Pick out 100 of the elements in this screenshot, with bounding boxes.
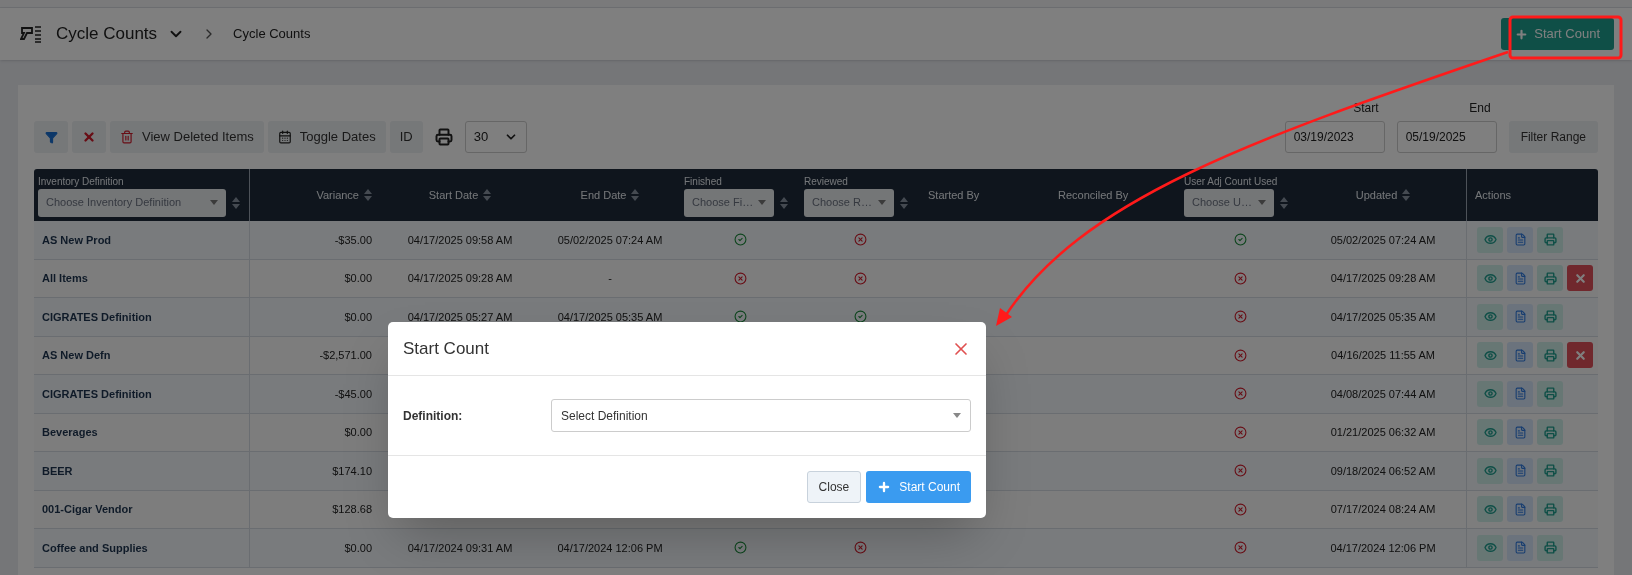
- document-button[interactable]: [1507, 265, 1533, 292]
- table-cell-text: 001-Cigar Vendor: [42, 502, 133, 517]
- sort-icon[interactable]: [1402, 189, 1411, 201]
- view-button[interactable]: [1477, 419, 1503, 446]
- view-button[interactable]: [1477, 342, 1503, 369]
- sort-icon[interactable]: [780, 196, 788, 209]
- close-button[interactable]: Close: [806, 471, 862, 503]
- sort-icon[interactable]: [232, 196, 240, 209]
- trash-icon: [120, 130, 134, 144]
- print-button[interactable]: [1537, 342, 1563, 369]
- view-button[interactable]: [1477, 265, 1503, 292]
- page-title: Cycle Counts: [56, 23, 158, 46]
- view-button[interactable]: [1477, 457, 1503, 484]
- table-cell-text: $0.00: [344, 271, 372, 286]
- table-cell-text: -$2,571.00: [319, 348, 372, 363]
- eye-icon: [1483, 464, 1497, 478]
- table-cell-text: CIGRATES Definition: [42, 309, 152, 325]
- table-cell-text: 04/08/2025 07:44 AM: [1330, 386, 1436, 402]
- column-header: Actions: [1475, 187, 1512, 203]
- document-icon: [1513, 233, 1527, 247]
- document-icon: [1513, 387, 1527, 401]
- close-icon: [82, 130, 96, 144]
- document-button[interactable]: [1507, 457, 1533, 484]
- definition-select[interactable]: Select Definition: [551, 399, 971, 432]
- print-button[interactable]: [1537, 419, 1563, 446]
- print-button[interactable]: [1537, 303, 1563, 330]
- document-button[interactable]: [1507, 534, 1533, 561]
- eye-icon: [1483, 541, 1497, 555]
- document-button[interactable]: [1507, 380, 1533, 407]
- view-button[interactable]: [1477, 534, 1503, 561]
- document-button[interactable]: [1507, 419, 1533, 446]
- start-count-submit-button[interactable]: Start Count: [866, 471, 971, 503]
- print-button[interactable]: [1537, 457, 1563, 484]
- table-cell-text: $0.00: [344, 309, 372, 325]
- breadcrumb-item[interactable]: Cycle Counts: [233, 24, 311, 44]
- filter-dropdown[interactable]: Choose R…: [804, 188, 894, 217]
- view-button[interactable]: [1477, 226, 1503, 253]
- table-cell-text: BEER: [42, 463, 73, 479]
- print-button[interactable]: [1537, 380, 1563, 407]
- table-cell-text: 04/17/2024 12:06 PM: [1330, 540, 1436, 556]
- document-icon: [1513, 348, 1527, 362]
- clear-filter-button[interactable]: [72, 121, 106, 153]
- eye-icon: [1483, 310, 1497, 324]
- view-deleted-button[interactable]: View Deleted Items: [110, 121, 264, 153]
- print-button[interactable]: [1537, 265, 1563, 292]
- page-size-select[interactable]: 30: [464, 121, 527, 153]
- print-button[interactable]: [1537, 226, 1563, 253]
- sort-icon[interactable]: [631, 189, 640, 201]
- table-cell-text: 07/17/2024 08:24 AM: [1330, 502, 1436, 517]
- sort-icon[interactable]: [1280, 196, 1288, 209]
- document-button[interactable]: [1507, 342, 1533, 369]
- filter-dropdown[interactable]: Choose U…: [1184, 188, 1274, 217]
- document-button[interactable]: [1507, 496, 1533, 523]
- table-cell-text: -$35.00: [334, 232, 372, 248]
- sort-icon[interactable]: [364, 189, 372, 201]
- column-header: User Adj Count Used: [1184, 174, 1279, 189]
- table-cell-text: AS New Prod: [42, 232, 112, 248]
- filter-dropdown[interactable]: Choose Inventory Definition: [38, 188, 226, 217]
- print-icon[interactable]: [434, 128, 453, 146]
- table-cell-text: 04/17/2025 05:35 AM: [557, 309, 663, 325]
- document-icon: [1513, 425, 1527, 439]
- table-cell-text: $128.68: [332, 502, 372, 517]
- print-button[interactable]: [1537, 534, 1563, 561]
- table-cell-text: CIGRATES Definition: [42, 386, 152, 402]
- sort-icon[interactable]: [900, 196, 908, 209]
- document-button[interactable]: [1507, 226, 1533, 253]
- start-date-field[interactable]: 03/19/2023: [1284, 121, 1385, 153]
- table-cell-text: 04/16/2025 11:55 AM: [1331, 348, 1435, 363]
- printer-icon: [1543, 464, 1557, 478]
- delete-button[interactable]: [1567, 342, 1593, 369]
- delete-button[interactable]: [1567, 265, 1593, 292]
- view-button[interactable]: [1477, 380, 1503, 407]
- filter-button[interactable]: [34, 121, 68, 153]
- id-button[interactable]: ID: [389, 121, 423, 153]
- filter-dropdown[interactable]: Choose Fi…: [684, 188, 774, 217]
- view-button[interactable]: [1477, 303, 1503, 330]
- column-header: Updated: [1355, 187, 1398, 203]
- sort-icon[interactable]: [483, 189, 492, 201]
- caret-icon: [878, 200, 886, 205]
- column-header: Started By: [928, 187, 980, 203]
- printer-icon: [1543, 348, 1557, 362]
- printer-icon: [1543, 541, 1557, 555]
- toggle-dates-button[interactable]: Toggle Dates: [267, 121, 386, 153]
- start-count-button[interactable]: Start Count: [1501, 18, 1614, 50]
- table-cell-text: Beverages: [42, 425, 98, 440]
- eye-icon: [1483, 425, 1497, 439]
- column-header: Finished: [684, 174, 723, 189]
- filter-range-button[interactable]: Filter Range: [1508, 121, 1598, 153]
- print-button[interactable]: [1537, 496, 1563, 523]
- eye-icon: [1483, 348, 1497, 362]
- end-date-field[interactable]: 05/19/2025: [1396, 121, 1497, 153]
- printer-icon: [1543, 233, 1557, 247]
- table-cell-text: Coffee and Supplies: [42, 540, 148, 556]
- column-header: Start Date: [428, 187, 479, 203]
- view-button[interactable]: [1477, 496, 1503, 523]
- document-button[interactable]: [1507, 303, 1533, 330]
- caret-icon: [210, 200, 218, 205]
- table-cell-text: AS New Defn: [42, 348, 111, 363]
- printer-icon: [1543, 387, 1557, 401]
- table-cell-text: $174.10: [332, 463, 372, 479]
